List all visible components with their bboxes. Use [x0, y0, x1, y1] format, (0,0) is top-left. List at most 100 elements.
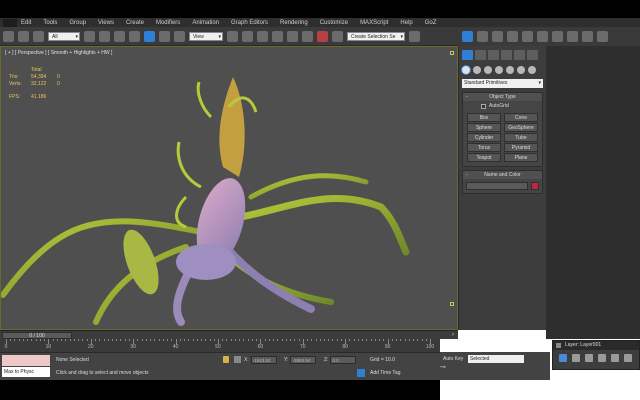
hierarchy-tab-icon[interactable]	[488, 50, 499, 60]
add-to-layer-icon[interactable]	[585, 354, 593, 362]
next-frame-arrow-icon[interactable]: ›	[452, 332, 454, 338]
lights-icon[interactable]	[484, 66, 492, 74]
render-production-icon[interactable]	[567, 31, 578, 42]
track-bar[interactable]: 0 10 20 30 40 50 60 70 80 90 100	[0, 339, 440, 352]
maxscript-listener-input[interactable]	[2, 355, 50, 366]
bind-space-warp-icon[interactable]	[33, 30, 44, 42]
maxscript-listener-output[interactable]: Max to Physc	[2, 367, 50, 377]
space-warps-icon[interactable]	[517, 66, 525, 74]
time-slider-bar[interactable]: 0 / 100 ›	[0, 330, 458, 339]
menu-edit[interactable]: Edit	[21, 20, 31, 26]
key-filter-dropdown[interactable]: Selected	[468, 355, 524, 363]
time-slider-handle[interactable]: 0 / 100	[2, 332, 72, 339]
pyramid-button[interactable]: Pyramid	[504, 143, 538, 152]
set-key-icon[interactable]: ⊸	[440, 364, 454, 372]
torus-button[interactable]: Torus	[467, 143, 501, 152]
menu-group[interactable]: Group	[69, 20, 86, 26]
selection-filter-dropdown[interactable]: All	[48, 31, 80, 42]
motion-tab-icon[interactable]	[501, 50, 512, 60]
box-button[interactable]: Box	[467, 113, 501, 122]
reference-coordinate-dropdown[interactable]: View	[189, 31, 223, 42]
name-and-color-header[interactable]: Name and Color	[463, 171, 542, 179]
menu-customize[interactable]: Customize	[320, 20, 348, 26]
highlight-layer-icon[interactable]	[611, 354, 619, 362]
cylinder-button[interactable]: Cylinder	[467, 133, 501, 142]
window-crossing-icon[interactable]	[129, 30, 140, 42]
primitive-category-dropdown[interactable]: Standard Primitives	[462, 79, 543, 88]
edit-named-selection-icon[interactable]	[332, 30, 343, 42]
object-type-header[interactable]: Object Type	[463, 93, 542, 101]
select-and-scale-icon[interactable]	[174, 30, 185, 42]
link-icon[interactable]	[3, 30, 14, 42]
render-iterative-icon[interactable]	[582, 31, 593, 42]
z-field[interactable]: 0.0	[330, 356, 357, 364]
plane-button[interactable]: Plane	[504, 153, 538, 162]
create-layer-icon[interactable]	[559, 354, 567, 362]
x-field[interactable]: -1543.52	[250, 356, 277, 364]
select-object-icon[interactable]	[84, 30, 95, 42]
select-and-move-icon[interactable]	[144, 30, 155, 42]
app-logo-icon[interactable]	[3, 18, 17, 27]
y-field[interactable]: -3883.94	[290, 356, 317, 364]
layer-window-title[interactable]: Layer: Layer001	[553, 341, 639, 350]
snaps-toggle-icon[interactable]	[272, 30, 283, 42]
creature-model[interactable]	[1, 47, 458, 330]
object-color-swatch[interactable]	[531, 182, 539, 190]
cone-button[interactable]: Cone	[504, 113, 538, 122]
selection-lock-icon[interactable]	[223, 356, 229, 363]
display-tab-icon[interactable]	[514, 50, 525, 60]
render-setup-icon[interactable]	[537, 31, 548, 42]
curve-editor-icon[interactable]	[492, 31, 503, 42]
menu-animation[interactable]: Animation	[192, 20, 219, 26]
percent-snap-icon[interactable]	[302, 30, 313, 42]
select-and-manipulate-icon[interactable]	[242, 30, 253, 42]
systems-icon[interactable]	[528, 66, 536, 74]
named-selection-dropdown[interactable]: Create Selection Se	[347, 31, 405, 42]
unlink-icon[interactable]	[18, 30, 29, 42]
auto-key-button[interactable]: Auto Key	[443, 356, 463, 362]
rendered-frame-window-icon[interactable]	[552, 31, 563, 42]
keyboard-shortcut-override-icon[interactable]	[257, 30, 268, 42]
menu-rendering[interactable]: Rendering	[280, 20, 308, 26]
layer-manager-icon[interactable]	[462, 31, 473, 42]
menu-maxscript[interactable]: MAXScript	[360, 20, 388, 26]
time-tag-icon[interactable]	[357, 369, 365, 377]
create-tab-icon[interactable]	[462, 50, 473, 60]
mirror-icon[interactable]	[409, 30, 420, 42]
add-time-tag[interactable]: Add Time Tag	[370, 370, 400, 376]
menu-goz[interactable]: GoZ	[425, 20, 437, 26]
menu-create[interactable]: Create	[126, 20, 144, 26]
select-and-rotate-icon[interactable]	[159, 30, 170, 42]
helpers-icon[interactable]	[506, 66, 514, 74]
object-name-field[interactable]	[466, 182, 528, 190]
sphere-button[interactable]: Sphere	[467, 123, 501, 132]
menu-tools[interactable]: Tools	[43, 20, 57, 26]
schematic-view-icon[interactable]	[507, 31, 518, 42]
material-editor-icon[interactable]	[522, 31, 533, 42]
shapes-icon[interactable]	[473, 66, 481, 74]
select-layer-objects-icon[interactable]	[598, 354, 606, 362]
rectangular-selection-icon[interactable]	[114, 30, 125, 42]
tube-button[interactable]: Tube	[504, 133, 538, 142]
utilities-tab-icon[interactable]	[527, 50, 538, 60]
select-by-name-icon[interactable]	[99, 30, 110, 42]
spinner-snap-icon[interactable]	[317, 30, 328, 42]
geometry-icon[interactable]	[462, 66, 470, 74]
cameras-icon[interactable]	[495, 66, 503, 74]
graphite-toggle-icon[interactable]	[477, 31, 488, 42]
menu-views[interactable]: Views	[98, 20, 114, 26]
menu-help[interactable]: Help	[400, 20, 412, 26]
perspective-viewport[interactable]: [ + ] [ Perspective ] [ Smooth + Highlig…	[0, 46, 458, 330]
delete-layer-icon[interactable]	[572, 354, 580, 362]
angle-snap-icon[interactable]	[287, 30, 298, 42]
geosphere-button[interactable]: GeoSphere	[504, 123, 538, 132]
menu-graph-editors[interactable]: Graph Editors	[231, 20, 268, 26]
pivot-center-icon[interactable]	[227, 30, 238, 42]
render-teapot-icon[interactable]	[597, 31, 608, 42]
teapot-button[interactable]: Teapot	[467, 153, 501, 162]
hide-all-layers-icon[interactable]	[624, 354, 632, 362]
menu-modifiers[interactable]: Modifiers	[156, 20, 180, 26]
modify-tab-icon[interactable]	[475, 50, 486, 60]
autogrid-checkbox[interactable]	[481, 103, 486, 109]
absolute-mode-icon[interactable]	[234, 356, 241, 363]
